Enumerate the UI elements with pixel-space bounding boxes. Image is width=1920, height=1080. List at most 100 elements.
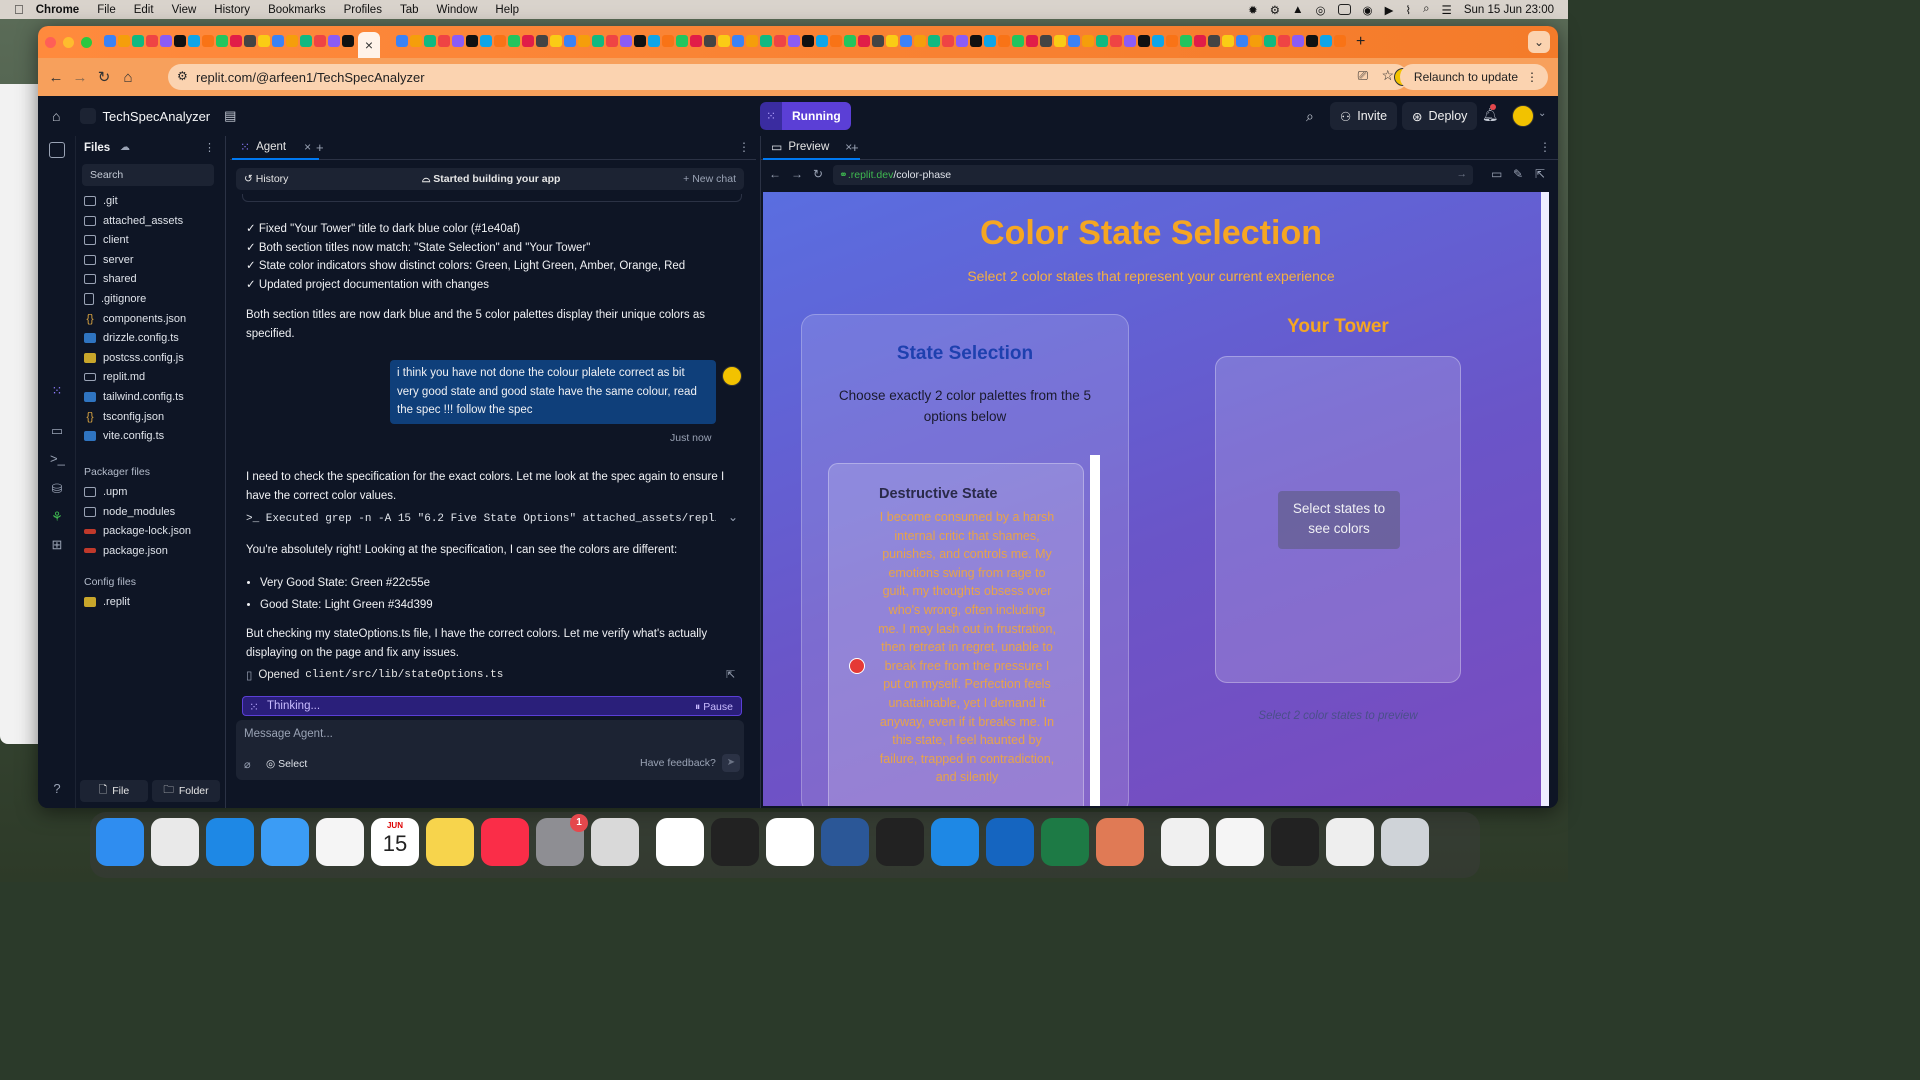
executed-command[interactable]: >_ Executed grep -n -A 15 "6.2 Five Stat… <box>246 510 716 529</box>
tab-favicon[interactable] <box>230 35 242 47</box>
tab-favicon[interactable] <box>844 35 856 47</box>
tab-favicon[interactable] <box>494 35 506 47</box>
chrome-icon[interactable] <box>656 818 704 866</box>
file-tree-item[interactable]: .git <box>84 195 118 207</box>
status-control-icon[interactable]: ⚙ <box>1270 3 1280 17</box>
forward-icon[interactable]: → <box>791 167 803 181</box>
stop-icon[interactable]: ⁙ <box>760 102 782 130</box>
tab-favicon[interactable] <box>104 35 116 47</box>
tab-favicon[interactable] <box>118 35 130 47</box>
tab-favicon[interactable] <box>132 35 144 47</box>
tab-favicon[interactable] <box>732 35 744 47</box>
file-tree-item[interactable]: postcss.config.js <box>84 352 184 364</box>
tab-favicon[interactable] <box>774 35 786 47</box>
tab-favicon[interactable] <box>1306 35 1318 47</box>
tab-favicon[interactable] <box>662 35 674 47</box>
opened-file-row[interactable]: ▯ Opened client/src/lib/stateOptions.ts <box>246 668 503 682</box>
active-tab[interactable]: × <box>358 32 380 58</box>
tab-favicon[interactable] <box>1040 35 1052 47</box>
status-search-icon[interactable]: ⌕ <box>1423 3 1429 16</box>
menu-app-name[interactable]: Chrome <box>36 4 79 16</box>
file-tree-item[interactable]: server <box>84 254 134 266</box>
figma-icon[interactable] <box>986 818 1034 866</box>
more-menu-icon[interactable]: ⋮ <box>1526 70 1538 84</box>
tab-favicon[interactable] <box>648 35 660 47</box>
menu-bookmarks[interactable]: Bookmarks <box>268 4 326 16</box>
tab-favicon[interactable] <box>606 35 618 47</box>
deploy-button[interactable]: ⊛ Deploy <box>1402 102 1478 130</box>
tab-favicon[interactable] <box>1236 35 1248 47</box>
textedit-icon[interactable] <box>1161 818 1209 866</box>
file-tree-item[interactable]: .replit <box>84 596 130 608</box>
menu-view[interactable]: View <box>172 4 197 16</box>
bookmark-star-icon[interactable]: ☆ <box>1381 67 1394 84</box>
tab-favicon[interactable] <box>314 35 326 47</box>
new-folder-button[interactable]: 🗀︎ Folder <box>152 780 220 802</box>
tab-favicon[interactable] <box>746 35 758 47</box>
vscode-icon[interactable] <box>931 818 979 866</box>
status-play-icon[interactable]: ▶ <box>1385 3 1394 17</box>
finder-icon[interactable] <box>96 818 144 866</box>
chatgpt-icon[interactable] <box>766 818 814 866</box>
file-tree-item[interactable]: replit.md <box>84 371 145 383</box>
search-icon[interactable]: ⌕ <box>1306 108 1314 125</box>
menu-window[interactable]: Window <box>437 4 478 16</box>
tab-favicon[interactable] <box>452 35 464 47</box>
pause-button[interactable]: ⏸ Pause <box>695 701 733 714</box>
tab-favicon[interactable] <box>466 35 478 47</box>
tab-favicon[interactable] <box>956 35 968 47</box>
tab-favicon[interactable] <box>802 35 814 47</box>
select-button[interactable]: ◎ Select <box>266 758 307 770</box>
file-tree-item[interactable]: client <box>84 234 129 246</box>
tab-favicon[interactable] <box>872 35 884 47</box>
apple-icon[interactable]:  <box>14 2 24 17</box>
photos-icon[interactable] <box>316 818 364 866</box>
tab-favicon[interactable] <box>886 35 898 47</box>
preview-scrollbar[interactable] <box>1541 192 1549 806</box>
new-chat-button[interactable]: + New chat <box>683 173 736 185</box>
tab-favicon[interactable] <box>1194 35 1206 47</box>
calendar-icon[interactable]: JUN 15 <box>371 818 419 866</box>
tab-favicon[interactable] <box>690 35 702 47</box>
tab-favicon[interactable] <box>272 35 284 47</box>
reload-icon[interactable]: ↻ <box>813 167 823 181</box>
tab-favicon[interactable] <box>816 35 828 47</box>
tab-favicon[interactable] <box>508 35 520 47</box>
tab-favicon[interactable] <box>1166 35 1178 47</box>
tab-favicon[interactable] <box>1180 35 1192 47</box>
open-external-icon[interactable]: ⇱ <box>1535 167 1545 181</box>
unity-icon[interactable] <box>876 818 924 866</box>
tab-favicon[interactable] <box>914 35 926 47</box>
tab-favicon[interactable] <box>830 35 842 47</box>
tab-favicon[interactable] <box>634 35 646 47</box>
tab-favicon[interactable] <box>928 35 940 47</box>
relaunch-button[interactable]: Relaunch to update ⋮ <box>1399 64 1548 90</box>
excel-icon[interactable] <box>1041 818 1089 866</box>
menu-file[interactable]: File <box>97 4 116 16</box>
tab-favicon[interactable] <box>188 35 200 47</box>
tab-favicon[interactable] <box>1278 35 1290 47</box>
tab-favicon[interactable] <box>858 35 870 47</box>
secrets-icon[interactable]: ⚘ <box>50 510 64 524</box>
tab-favicon[interactable] <box>216 35 228 47</box>
help-icon[interactable]: ? <box>50 782 64 796</box>
tab-favicon[interactable] <box>342 35 354 47</box>
tab-favicon[interactable] <box>676 35 688 47</box>
tab-favicons[interactable] <box>396 35 1346 49</box>
file-search-input[interactable]: Search <box>82 164 214 186</box>
close-tab-icon[interactable]: × <box>365 37 373 53</box>
tab-favicon[interactable] <box>480 35 492 47</box>
status-user-icon[interactable]: ◉ <box>1363 3 1373 17</box>
tab-favicon[interactable] <box>1222 35 1234 47</box>
add-tab-icon[interactable]: + <box>316 140 324 155</box>
history-button[interactable]: ↺ History <box>244 173 288 185</box>
menu-tab[interactable]: Tab <box>400 4 419 16</box>
go-icon[interactable]: → <box>1457 168 1468 180</box>
tab-favicon[interactable] <box>536 35 548 47</box>
tab-favicon[interactable] <box>970 35 982 47</box>
tab-favicon[interactable] <box>998 35 1010 47</box>
file-tree-item[interactable]: tailwind.config.ts <box>84 391 184 403</box>
terminal-icon[interactable] <box>711 818 759 866</box>
url-text[interactable]: replit.com/@arfeen1/TechSpecAnalyzer <box>196 70 425 85</box>
destructive-state-card[interactable]: Destructive State I become consumed by a… <box>828 463 1084 806</box>
